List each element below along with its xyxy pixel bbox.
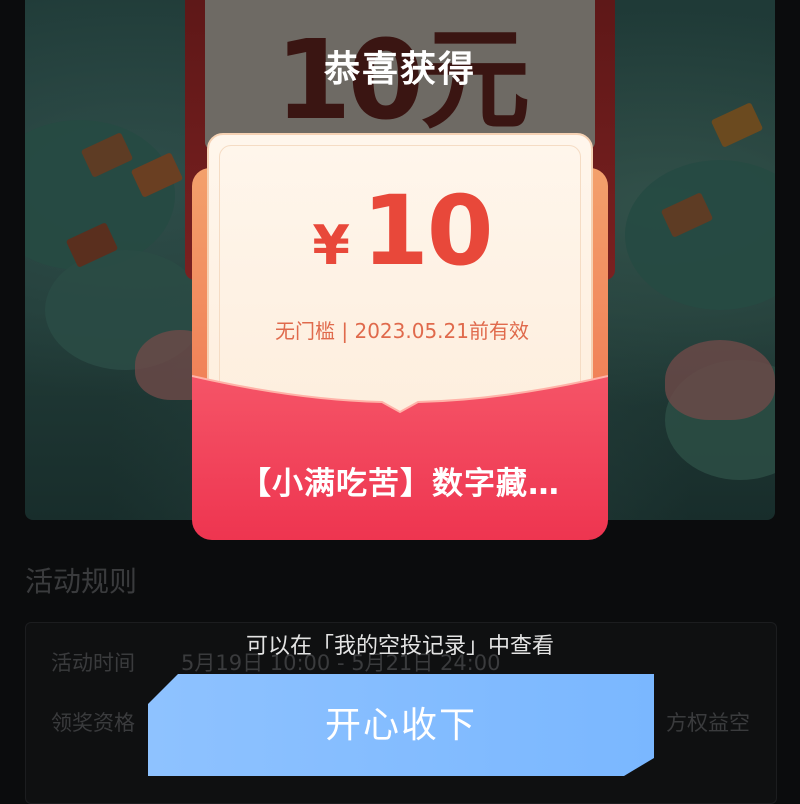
rule-value-eligibility: 方权益空	[666, 711, 750, 735]
coupon-amount-value: 10	[361, 175, 494, 287]
rules-title: 活动规则	[25, 565, 138, 598]
accept-button[interactable]: 开心收下	[148, 674, 654, 776]
envelope-front-shape	[192, 375, 608, 540]
envelope-front	[192, 368, 608, 540]
coupon-validity: 无门槛 | 2023.05.21前有效	[275, 319, 529, 343]
coupon-name: 【小满吃苦】数字藏…	[240, 466, 560, 502]
coupon-amount: ¥10	[209, 175, 595, 287]
modal-title: 恭喜获得	[323, 49, 476, 90]
view-records-hint: 可以在「我的空投记录」中查看	[245, 634, 554, 659]
accept-button-label: 开心收下	[324, 703, 477, 745]
currency-symbol: ¥	[312, 214, 350, 277]
rule-label-eligibility: 领奖资格	[51, 711, 135, 735]
